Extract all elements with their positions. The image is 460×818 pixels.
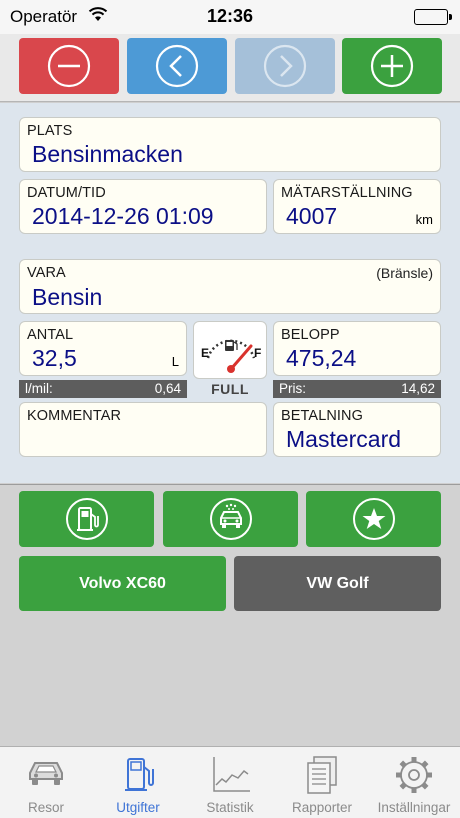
car-wash-category-button[interactable]: [163, 491, 298, 547]
minus-circle-icon: [47, 44, 91, 88]
belopp-label: BELOPP: [281, 327, 340, 343]
pris-value: 14,62: [401, 381, 435, 396]
gear-icon: [396, 757, 432, 793]
chevron-left-circle-icon: [155, 44, 199, 88]
antal-label: ANTAL: [27, 327, 74, 343]
plus-circle-icon: [370, 44, 414, 88]
pris-label: Pris:: [279, 381, 306, 396]
fuel-category-button[interactable]: [19, 491, 154, 547]
tab-bar: Resor Utgifter Statistik Rapporter Instä…: [0, 746, 460, 818]
plats-field[interactable]: PLATS Bensinmacken: [19, 117, 441, 172]
tab-label-utgifter: Utgifter: [116, 800, 160, 815]
entry-toolbar: [0, 34, 460, 102]
tank-status-label: FULL: [211, 381, 249, 397]
antal-unit: L: [171, 354, 179, 369]
antal-value: 32,5: [32, 345, 77, 371]
fuel-gauge[interactable]: E F: [193, 321, 267, 379]
next-entry-button[interactable]: [235, 38, 335, 94]
antal-field[interactable]: ANTAL 32,5 L: [19, 321, 187, 376]
status-bar: Operatör 12:36: [0, 0, 460, 34]
add-entry-button[interactable]: [342, 38, 442, 94]
per-mil-value: 0,64: [154, 381, 181, 396]
star-icon: [352, 498, 395, 540]
belopp-value: 475,24: [286, 345, 357, 371]
matarstallning-label: MÄTARSTÄLLNING: [281, 185, 413, 201]
car-button-vw[interactable]: VW Golf: [234, 556, 441, 611]
car-wash-icon: [209, 498, 252, 540]
matarstallning-value: 4007: [286, 203, 338, 229]
vara-category: (Bränsle): [376, 265, 433, 281]
betalning-label: BETALNING: [281, 408, 364, 424]
tab-installningar[interactable]: Inställningar: [368, 747, 460, 818]
vara-label: VARA: [27, 265, 66, 281]
delete-entry-button[interactable]: [19, 38, 119, 94]
fuel-pump-icon: [125, 758, 154, 791]
fuel-pump-icon: [65, 498, 108, 540]
car-icon: [29, 762, 63, 785]
price-bar: Pris: 14,62: [273, 380, 441, 398]
battery-icon: [414, 9, 452, 25]
tab-label-rapporter: Rapporter: [291, 800, 353, 815]
belopp-field[interactable]: BELOPP 475,24: [273, 321, 441, 376]
car-label-volvo: Volvo XC60: [79, 574, 166, 592]
car-button-volvo[interactable]: Volvo XC60: [19, 556, 226, 611]
tab-label-installningar: Inställningar: [377, 800, 451, 815]
fuel-gauge-icon: E F: [201, 339, 261, 373]
chevron-right-circle-icon: [263, 44, 307, 88]
consumption-bar: l/mil: 0,64: [19, 380, 187, 398]
betalning-field[interactable]: BETALNING Mastercard: [273, 402, 441, 457]
car-label-vw: VW Golf: [306, 574, 369, 592]
tab-rapporter[interactable]: Rapporter: [276, 747, 368, 818]
betalning-value: Mastercard: [286, 426, 402, 452]
tab-statistik[interactable]: Statistik: [184, 747, 276, 818]
previous-entry-button[interactable]: [127, 38, 227, 94]
datum-label: DATUM/TID: [27, 185, 106, 201]
matarstallning-field[interactable]: MÄTARSTÄLLNING 4007 km: [273, 179, 441, 234]
tab-label-resor: Resor: [27, 800, 64, 815]
tab-resor[interactable]: Resor: [0, 747, 92, 818]
favorite-category-button[interactable]: [306, 491, 441, 547]
kommentar-field[interactable]: KOMMENTAR: [19, 402, 267, 457]
plats-label: PLATS: [27, 123, 73, 139]
per-mil-label: l/mil:: [25, 381, 53, 396]
plats-value: Bensinmacken: [32, 141, 183, 167]
tab-utgifter[interactable]: Utgifter: [92, 747, 184, 818]
tab-label-statistik: Statistik: [206, 800, 254, 815]
vara-field[interactable]: VARA (Bränsle) Bensin: [19, 259, 441, 314]
vara-value: Bensin: [32, 284, 103, 310]
gauge-full-mark: F: [254, 346, 261, 360]
line-chart-icon: [213, 757, 250, 792]
matarstallning-unit: km: [415, 212, 433, 227]
documents-icon: [307, 756, 337, 794]
kommentar-label: KOMMENTAR: [27, 408, 122, 424]
clock: 12:36: [206, 6, 254, 26]
gauge-empty-mark: E: [201, 346, 209, 360]
datum-field[interactable]: DATUM/TID 2014-12-26 01:09: [19, 179, 267, 234]
datum-value: 2014-12-26 01:09: [32, 203, 214, 229]
